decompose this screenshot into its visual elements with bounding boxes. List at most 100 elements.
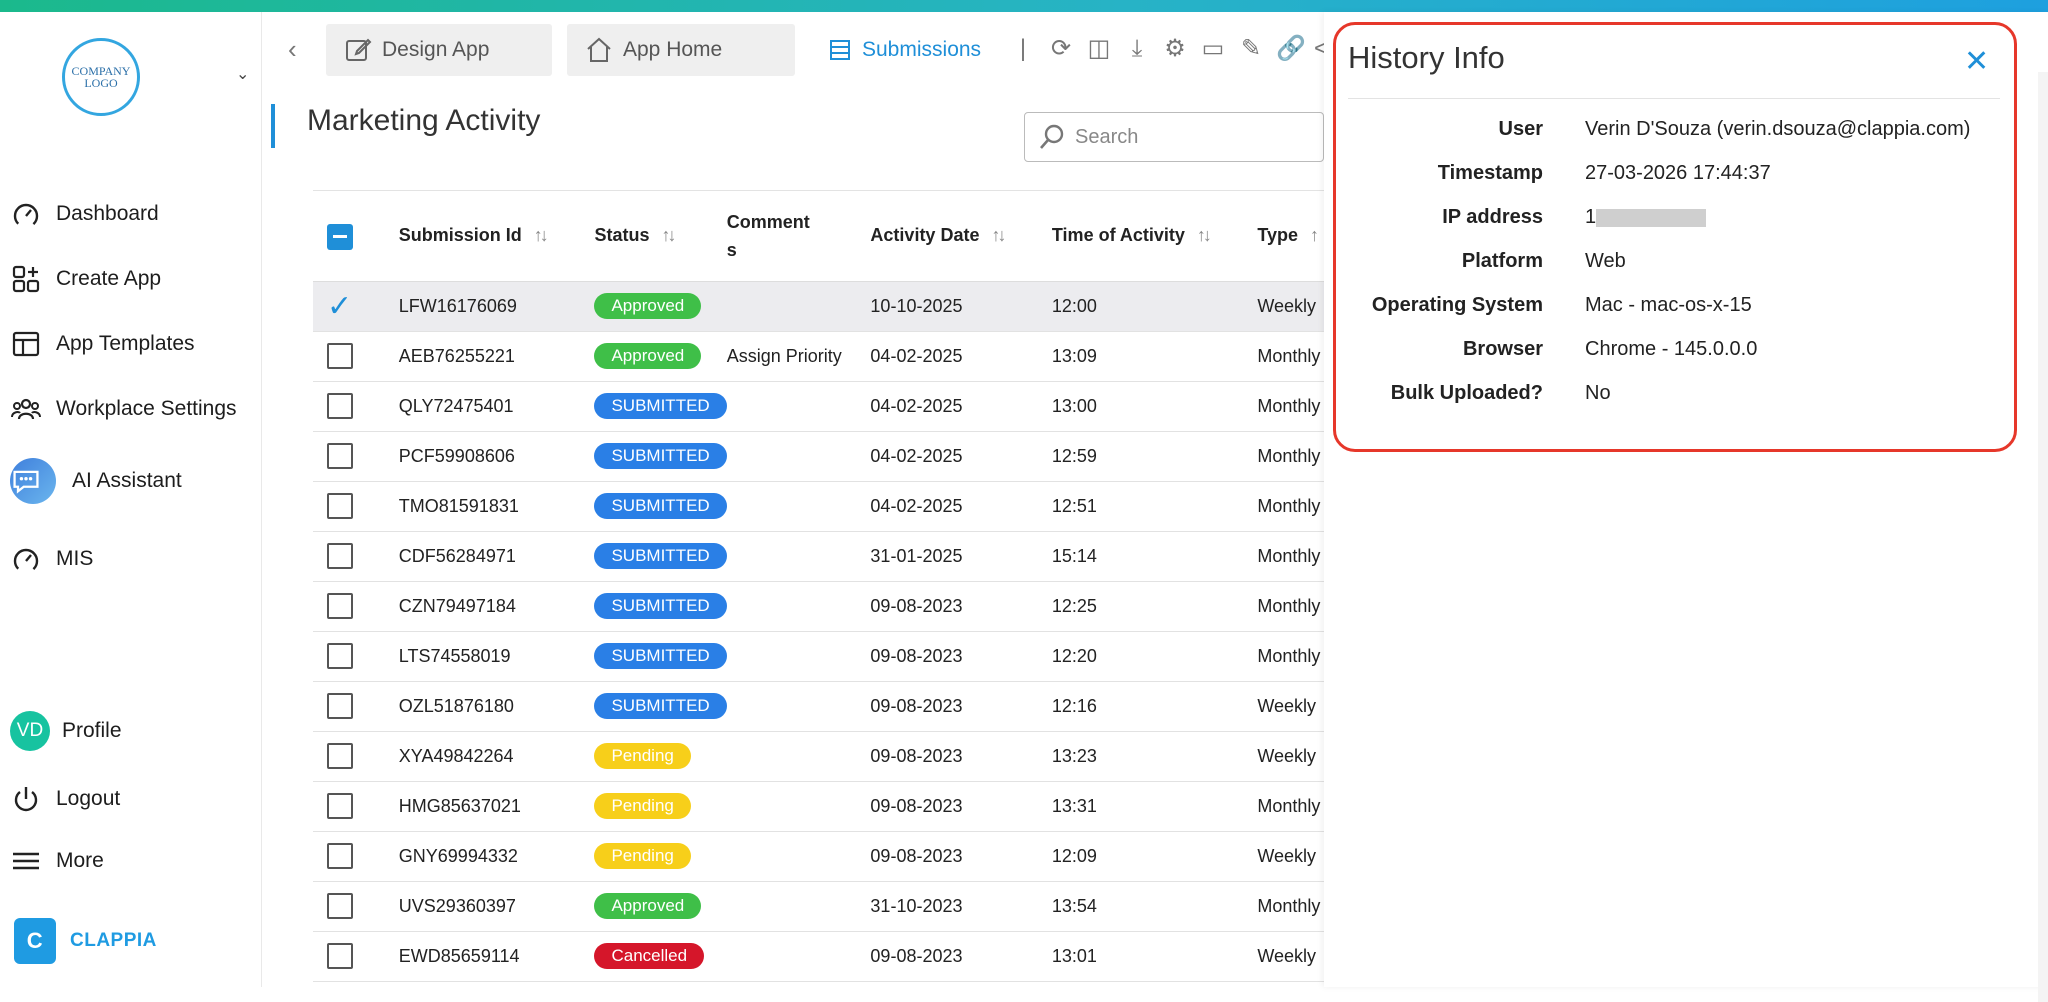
menu-icon: [13, 852, 39, 870]
sidebar-item-dashboard[interactable]: Dashboard: [10, 194, 159, 234]
table-row[interactable]: CDF56284971 SUBMITTED 31-01-2025 15:14 Month…: [313, 531, 1324, 582]
table-header-row: Submission Id ↑↓ Status ↑↓ Comment s Activi…: [313, 191, 1324, 282]
sidebar-item-app-templates[interactable]: App Templates: [10, 324, 195, 364]
download-icon[interactable]: ⤓: [1124, 35, 1150, 63]
sort-icon[interactable]: ↑↓: [991, 225, 1006, 245]
sort-icon[interactable]: ↑: [1310, 225, 1319, 245]
column-header[interactable]: Time of Activity ↑↓: [1051, 191, 1258, 282]
submission-id[interactable]: TMO81591831: [398, 481, 591, 532]
company-logo[interactable]: COMPANY LOGO: [62, 38, 140, 116]
submission-id[interactable]: GNY69994332: [398, 831, 591, 882]
gauge-icon: [13, 548, 39, 574]
tab-design-app[interactable]: Design App: [326, 24, 552, 76]
row-checkbox[interactable]: [327, 543, 353, 569]
sidebar-item-ai-assistant[interactable]: AI Assistant: [10, 458, 182, 504]
comments-cell: [726, 531, 871, 582]
submission-id[interactable]: LTS74558019: [398, 631, 591, 682]
sidebar-item-mis[interactable]: MIS: [10, 539, 93, 579]
checkmark-icon[interactable]: ✓: [327, 290, 352, 323]
row-checkbox[interactable]: [327, 443, 353, 469]
search-box[interactable]: [1024, 112, 1324, 162]
select-all-checkbox[interactable]: [327, 223, 353, 250]
sort-icon[interactable]: ↑↓: [661, 225, 676, 245]
table-row[interactable]: EWD85659114 Cancelled 09-08-2023 13:01 Weekl…: [313, 931, 1324, 982]
history-field-text: 1: [1585, 206, 1597, 228]
history-field-label: Browser: [1462, 338, 1543, 360]
gear-icon[interactable]: ⚙: [1162, 34, 1188, 63]
comments-cell: [726, 631, 871, 682]
time-cell: 13:23: [1051, 731, 1258, 782]
table-row[interactable]: CZN79497184 SUBMITTED 09-08-2023 12:25 Month…: [313, 581, 1324, 632]
table-row[interactable]: UVS29360397 Approved 31-10-2023 13:54 Monthl…: [313, 881, 1324, 932]
comments-cell: [726, 731, 871, 782]
back-chevron-icon[interactable]: ‹: [288, 34, 297, 65]
submission-id[interactable]: QLY72475401: [398, 381, 591, 432]
submission-id[interactable]: HMG85637021: [398, 781, 591, 832]
sort-icon[interactable]: ↑↓: [1197, 225, 1212, 245]
ai-chat-icon: [10, 458, 56, 504]
table-row[interactable]: XYA49842264 Pending 09-08-2023 13:23 Weekly: [313, 731, 1324, 782]
submission-id[interactable]: LFW16176069: [398, 281, 591, 332]
table-row[interactable]: OZL51876180 SUBMITTED 09-08-2023 12:16 Weekl…: [313, 681, 1324, 732]
refresh-icon[interactable]: ⟳: [1048, 34, 1074, 63]
table-row[interactable]: AEB76255221 Approved Assign Priority 04-02-…: [313, 331, 1324, 382]
table-row[interactable]: TMO81591831 SUBMITTED 04-02-2025 12:51 Month…: [313, 481, 1324, 532]
activity-date-cell: 04-02-2025: [870, 381, 1052, 432]
column-header[interactable]: Activity Date ↑↓: [870, 191, 1052, 282]
sidebar-item-profile[interactable]: VD Profile: [10, 711, 122, 751]
row-checkbox[interactable]: [327, 343, 353, 369]
submission-id[interactable]: EWD85659114: [398, 931, 591, 982]
table-row[interactable]: PCF59908606 SUBMITTED 04-02-2025 12:59 Month…: [313, 431, 1324, 482]
sidebar-item-create-app[interactable]: Create App: [10, 259, 161, 299]
column-header-label: Submission Id: [398, 225, 522, 246]
sidebar-item-logout[interactable]: Logout: [10, 779, 120, 819]
row-checkbox[interactable]: [327, 693, 353, 719]
tab-submissions[interactable]: Submissions: [810, 24, 1002, 76]
activity-date-cell: 09-08-2023: [870, 931, 1052, 982]
table-row[interactable]: HMG85637021 Pending 09-08-2023 13:31 Monthly: [313, 781, 1324, 832]
row-checkbox[interactable]: [327, 943, 353, 969]
sidebar-item-workplace-settings[interactable]: Workplace Settings: [10, 389, 237, 429]
submission-id[interactable]: UVS29360397: [398, 881, 591, 932]
row-checkbox[interactable]: [327, 793, 353, 819]
tab-app-home[interactable]: App Home: [567, 24, 795, 76]
column-header[interactable]: Submission Id ↑↓: [398, 191, 591, 282]
submission-id[interactable]: OZL51876180: [398, 681, 591, 732]
row-checkbox[interactable]: [327, 843, 353, 869]
row-checkbox[interactable]: [327, 893, 353, 919]
link-icon[interactable]: 🔗: [1276, 34, 1306, 63]
submission-id[interactable]: AEB76255221: [398, 331, 591, 382]
export-icon[interactable]: ▭: [1200, 34, 1226, 63]
sort-icon[interactable]: ↑↓: [534, 225, 549, 245]
columns-icon[interactable]: ◫: [1086, 34, 1112, 63]
table-row[interactable]: QLY72475401 SUBMITTED 04-02-2025 13:00 Month…: [313, 381, 1324, 432]
chevron-down-icon[interactable]: ⌄: [236, 64, 249, 84]
sidebar-item-label: AI Assistant: [72, 469, 182, 492]
comments-cell: [726, 381, 871, 432]
column-header[interactable]: Status ↑↓: [590, 191, 727, 282]
table-row[interactable]: GNY69994332 Pending 09-08-2023 12:09 Weekly: [313, 831, 1324, 882]
close-icon[interactable]: ✕: [1964, 44, 1989, 79]
edit-note-icon[interactable]: ✎: [1238, 34, 1264, 63]
status-badge: Pending: [594, 843, 691, 869]
submission-id[interactable]: CDF56284971: [398, 531, 591, 582]
scrollbar[interactable]: [2038, 72, 2048, 1002]
sidebar: COMPANY LOGO ⌄ Dashboard Create App App …: [0, 12, 262, 987]
row-checkbox[interactable]: [327, 593, 353, 619]
history-field-label: Platform: [1461, 250, 1543, 272]
row-checkbox[interactable]: [327, 743, 353, 769]
submission-id[interactable]: CZN79497184: [398, 581, 591, 632]
row-checkbox[interactable]: [327, 643, 353, 669]
brand-name: CLAPPIA: [70, 930, 157, 951]
row-checkbox[interactable]: [327, 393, 353, 419]
submission-id[interactable]: PCF59908606: [398, 431, 591, 482]
table-row[interactable]: LTS74558019 SUBMITTED 09-08-2023 12:20 Month…: [313, 631, 1324, 682]
table-row[interactable]: ✓ LFW16176069 Approved 10-10-2025 12:00 Weekl…: [313, 281, 1324, 332]
search-input[interactable]: [1075, 125, 1295, 149]
submission-id[interactable]: XYA49842264: [398, 731, 591, 782]
column-header[interactable]: Type ↑: [1257, 191, 1324, 282]
sidebar-item-more[interactable]: More: [10, 841, 104, 881]
column-header[interactable]: Comment s: [726, 191, 871, 282]
row-checkbox[interactable]: [327, 493, 353, 519]
history-field: IP address 1: [1348, 206, 2008, 229]
